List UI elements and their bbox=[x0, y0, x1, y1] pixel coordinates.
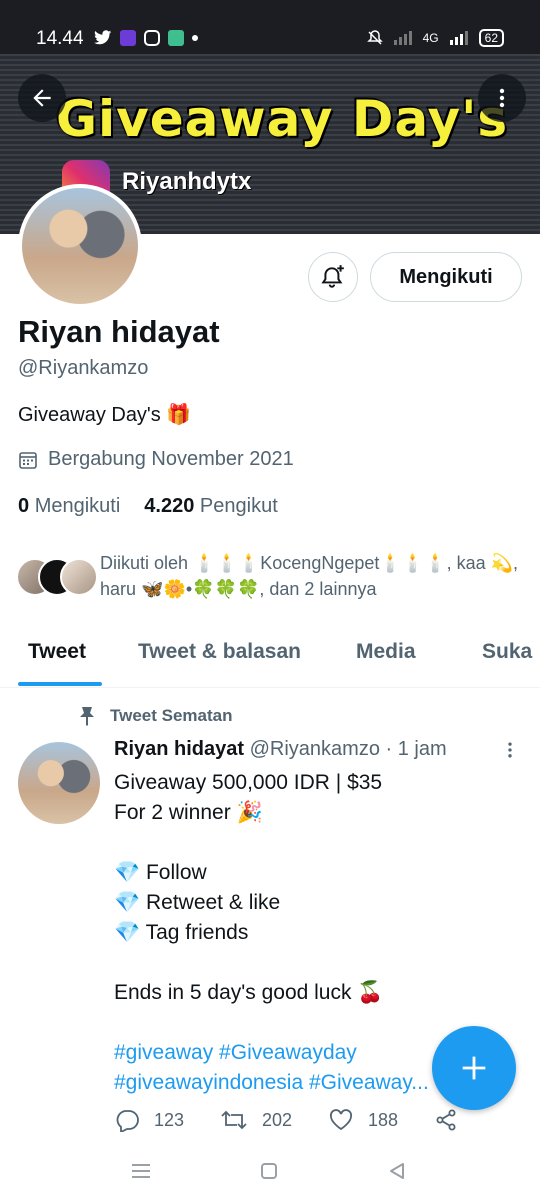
profile-name: Riyan hidayat bbox=[18, 314, 220, 349]
like-button[interactable]: 188 bbox=[328, 1108, 398, 1132]
tab-tweet-replies[interactable]: Tweet & balasan bbox=[138, 640, 301, 664]
signal-icon bbox=[393, 31, 412, 45]
following-link[interactable]: 0 Mengikuti bbox=[18, 495, 120, 518]
tweet-line: For 2 winner 🎉 bbox=[114, 801, 263, 824]
signal-strength-icon bbox=[449, 31, 468, 45]
compose-tweet-button[interactable] bbox=[432, 1026, 516, 1110]
system-icons: 4G 62 bbox=[366, 29, 504, 47]
tweet-avatar[interactable] bbox=[18, 742, 100, 824]
joined-text: Bergabung November 2021 bbox=[48, 448, 294, 470]
tweet-more-button[interactable] bbox=[500, 740, 520, 766]
profile-bio: Giveaway Day's 🎁 bbox=[18, 404, 192, 426]
instagram-icon bbox=[144, 30, 160, 46]
tweet-line: 💎 Tag friends bbox=[114, 921, 249, 944]
following-count: 0 bbox=[18, 495, 30, 517]
banner-handle: Riyanhdytx bbox=[122, 168, 252, 195]
battery-indicator: 62 bbox=[478, 29, 504, 47]
square-home-icon bbox=[261, 1163, 277, 1179]
status-bar: 14.44 4G 62 bbox=[0, 0, 540, 54]
bell-plus-icon bbox=[321, 265, 344, 288]
followers-link[interactable]: 4.220 Pengikut bbox=[144, 495, 277, 518]
profile-avatar[interactable] bbox=[18, 184, 142, 308]
profile-handle: @Riyankamzo bbox=[18, 357, 149, 379]
pinned-label: Tweet Sematan bbox=[78, 706, 233, 726]
triangle-back-icon bbox=[390, 1163, 404, 1179]
reply-icon bbox=[116, 1110, 139, 1132]
network-type: 4G bbox=[422, 31, 439, 45]
reply-button[interactable]: 123 bbox=[114, 1108, 184, 1132]
more-options-button[interactable] bbox=[478, 74, 526, 122]
twitter-icon bbox=[94, 30, 112, 45]
tab-tweet[interactable]: Tweet bbox=[28, 640, 86, 664]
tweet-meta: @Riyankamzo · 1 jam bbox=[249, 738, 447, 760]
heart-icon bbox=[329, 1109, 353, 1131]
banner-title: Giveaway Day's bbox=[56, 90, 509, 148]
tweet-header: Riyan hidayat @Riyankamzo · 1 jam bbox=[114, 738, 447, 761]
tweet-line: Giveaway 500,000 IDR | $35 bbox=[114, 771, 383, 794]
profile-tabs: Tweet Tweet & balasan Media Suka bbox=[0, 622, 540, 688]
more-vertical-icon bbox=[508, 742, 512, 758]
mute-bell-icon bbox=[366, 30, 383, 45]
recent-apps-button[interactable] bbox=[126, 1156, 156, 1186]
following-label: Mengikuti bbox=[34, 495, 121, 517]
calendar-icon bbox=[19, 451, 37, 469]
tweet-line: 💎 Follow bbox=[114, 861, 207, 884]
follow-counts: 0 Mengikuti 4.220 Pengikut bbox=[18, 495, 278, 518]
joined-date: Bergabung November 2021 bbox=[18, 448, 294, 471]
status-time: 14.44 bbox=[36, 28, 84, 49]
plus-icon bbox=[462, 1056, 486, 1080]
mutual-avatars bbox=[16, 558, 100, 598]
followed-by-text: Diikuti oleh 🕯️🕯️🕯️KocengNgepet🕯️🕯️🕯️, k… bbox=[100, 553, 519, 599]
back-button[interactable] bbox=[18, 74, 66, 122]
more-notifications-dot bbox=[192, 35, 198, 41]
tweet-line: Ends in 5 day's good luck 🍒 bbox=[114, 981, 384, 1004]
tweet-actions: 123 202 188 bbox=[114, 1108, 474, 1140]
retweet-count: 202 bbox=[262, 1109, 293, 1130]
retweet-button[interactable]: 202 bbox=[220, 1108, 292, 1132]
reply-count: 123 bbox=[154, 1109, 185, 1130]
app-notification-icon bbox=[120, 30, 136, 46]
pin-icon bbox=[80, 707, 94, 726]
followers-label: Pengikut bbox=[199, 495, 278, 517]
followers-count: 4.220 bbox=[144, 495, 195, 517]
tab-likes[interactable]: Suka bbox=[482, 640, 532, 664]
arrow-left-icon bbox=[33, 89, 51, 107]
active-tab-indicator bbox=[18, 682, 102, 686]
tweet-author-name[interactable]: Riyan hidayat bbox=[114, 738, 244, 760]
mutual-avatar bbox=[60, 558, 98, 596]
pinned-text: Tweet Sematan bbox=[110, 706, 233, 725]
share-button[interactable] bbox=[434, 1108, 458, 1132]
following-button[interactable]: Mengikuti bbox=[370, 252, 522, 302]
notification-icons bbox=[94, 30, 198, 46]
like-count: 188 bbox=[368, 1109, 399, 1130]
tab-media[interactable]: Media bbox=[356, 640, 416, 664]
tweet-line: 💎 Retweet & like bbox=[114, 891, 281, 914]
app-notification-icon-2 bbox=[168, 30, 184, 46]
share-icon bbox=[436, 1109, 456, 1131]
home-button[interactable] bbox=[254, 1156, 284, 1186]
notifications-button[interactable] bbox=[308, 252, 358, 302]
more-vertical-icon bbox=[499, 88, 505, 108]
tweet-line bbox=[114, 948, 524, 978]
system-navigation-bar bbox=[0, 1144, 540, 1200]
retweet-icon bbox=[221, 1110, 247, 1130]
tweet-line bbox=[114, 828, 524, 858]
back-nav-button[interactable] bbox=[382, 1156, 412, 1186]
menu-lines-icon bbox=[132, 1164, 150, 1178]
